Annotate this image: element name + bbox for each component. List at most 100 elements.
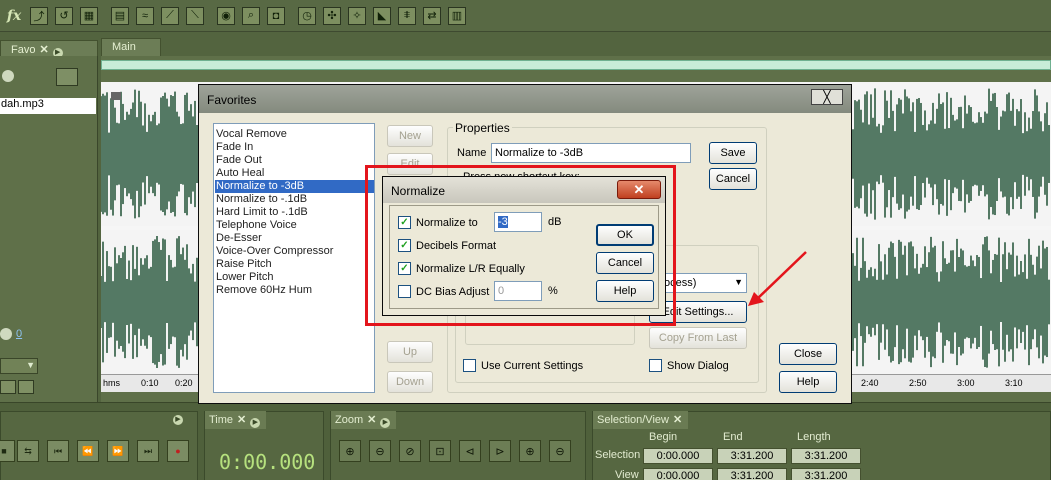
favorites-list-item[interactable]: Hard Limit to -.1dB <box>215 206 374 219</box>
favorites-list-item[interactable]: Fade In <box>215 141 374 154</box>
import-icon[interactable] <box>56 68 78 86</box>
favorites-list-item[interactable]: Auto Heal <box>215 167 374 180</box>
close-icon[interactable]: ✕ <box>367 414 376 426</box>
time-panel: Time ✕ ▶ 0:00.000 <box>204 411 324 480</box>
loop-button[interactable]: ⇆ <box>17 440 39 462</box>
favorites-list-item[interactable]: Voice-Over Compressor <box>215 245 374 258</box>
play-icon[interactable]: ▶ <box>250 418 261 428</box>
zoom-icon[interactable]: ◉ <box>214 4 238 28</box>
show-dialog-checkbox[interactable]: Show Dialog <box>649 359 729 372</box>
edit-view-icon[interactable]: ▤ <box>108 4 132 28</box>
cd-icon[interactable]: ⇄ <box>420 4 444 28</box>
selection-end-field[interactable]: 3:31.200 <box>717 448 787 464</box>
down-button[interactable]: Down <box>387 371 433 393</box>
begin-header: Begin <box>649 431 678 443</box>
copy-from-last-button[interactable]: Copy From Last <box>649 327 747 349</box>
favorites-list-item[interactable]: Remove 60Hz Hum <box>215 284 374 297</box>
favorites-list-item[interactable]: Raise Pitch <box>215 258 374 271</box>
fx-icon[interactable]: fx <box>2 4 26 28</box>
zoom-panel-tab[interactable]: Zoom ✕ ▶ <box>331 411 397 429</box>
cancel-button[interactable]: Cancel <box>709 168 757 190</box>
help-button[interactable]: Help <box>779 371 837 393</box>
record-button[interactable]: ● <box>167 440 189 462</box>
zoom-in-horizontal-button[interactable]: ⊕ <box>339 440 361 462</box>
zoom-selection-button[interactable]: ⊡ <box>429 440 451 462</box>
loop-icon[interactable]: ↺ <box>52 4 76 28</box>
go-end-button[interactable]: ⏭ <box>137 440 159 462</box>
selection-length-field[interactable]: 3:31.200 <box>791 448 861 464</box>
favorites-panel: dah.mp3 0 ▼ <box>0 56 98 402</box>
close-icon[interactable]: ✕ <box>673 414 682 426</box>
zoom-out-full-button[interactable]: ⊘ <box>399 440 421 462</box>
spectral-icon[interactable]: ≈ <box>133 4 157 28</box>
close-icon[interactable]: ✕ <box>39 44 48 56</box>
highlight-box <box>365 165 676 326</box>
zoom-out-vertical-button[interactable]: ⊖ <box>549 440 571 462</box>
capture-icon[interactable]: ◘ <box>264 4 288 28</box>
overview-bar[interactable] <box>101 60 1051 70</box>
favorites-list-item[interactable]: Normalize to -3dB <box>215 180 374 193</box>
favorites-list-item[interactable]: De-Esser <box>215 232 374 245</box>
loop-mode-icon[interactable] <box>0 380 16 394</box>
view-begin-field[interactable]: 0:00.000 <box>643 468 713 480</box>
favorites-list-item[interactable]: Fade Out <box>215 154 374 167</box>
close-icon[interactable]: ✕ <box>237 414 246 426</box>
output-icon[interactable] <box>18 380 34 394</box>
envelope-icon[interactable]: ⤴ <box>27 4 51 28</box>
use-current-settings-checkbox[interactable]: Use Current Settings <box>463 359 583 372</box>
phase-icon[interactable]: ⟍ <box>183 4 207 28</box>
favorites-list-item[interactable]: Lower Pitch <box>215 271 374 284</box>
selection-view-panel-tab[interactable]: Selection/View ✕ <box>593 411 689 429</box>
play-icon[interactable]: ▶ <box>173 415 183 425</box>
grid-view-icon[interactable]: ▥ <box>445 4 469 28</box>
marker-icon[interactable]: ✧ <box>345 4 369 28</box>
volume-knob-icon[interactable] <box>0 328 12 340</box>
snap-icon[interactable]: ✣ <box>320 4 344 28</box>
selection-begin-field[interactable]: 0:00.000 <box>643 448 713 464</box>
favorites-list-item[interactable]: Telephone Voice <box>215 219 374 232</box>
new-button[interactable]: New <box>387 125 433 147</box>
zoom-in-vertical-button[interactable]: ⊕ <box>519 440 541 462</box>
zoom-right-button[interactable]: ⊳ <box>489 440 511 462</box>
length-header: Length <box>797 431 831 443</box>
rewind-button[interactable]: ⏪ <box>77 440 99 462</box>
stop-button[interactable]: ■ <box>0 440 15 462</box>
ruler-label: 2:40 <box>861 378 879 388</box>
fast-forward-button[interactable]: ⏩ <box>107 440 129 462</box>
main-panel-tab[interactable]: Main <box>101 38 161 56</box>
time-display: 0:00.000 <box>219 450 316 474</box>
play-icon[interactable]: ▶ <box>380 418 391 428</box>
end-header: End <box>723 431 743 443</box>
ruler-label: 2:50 <box>909 378 927 388</box>
volume-value[interactable]: 0 <box>16 328 22 340</box>
slope-icon[interactable]: ◣ <box>370 4 394 28</box>
record-icon[interactable] <box>2 70 14 82</box>
file-item[interactable]: dah.mp3 <box>0 98 96 114</box>
save-button[interactable]: Save <box>709 142 757 164</box>
favorites-list[interactable]: Vocal Remove Fade In Fade Out Auto Heal Norm… <box>213 123 375 393</box>
favorites-list-item[interactable]: Vocal Remove <box>215 128 374 141</box>
zoom-left-button[interactable]: ⊲ <box>459 440 481 462</box>
grid-icon[interactable]: ▦ <box>77 4 101 28</box>
bottom-panels: ▶ ■ ⇆ ⏮ ⏪ ⏩ ⏭ ● Time ✕ ▶ 0:00.000 Zoom ✕ ▶ ⊕… <box>0 402 1051 480</box>
name-field[interactable]: Normalize to -3dB <box>491 143 691 163</box>
favorites-list-item[interactable]: Normalize to -.1dB <box>215 193 374 206</box>
selection-view-panel: Selection/View ✕ Begin End Length Selecti… <box>592 411 1051 480</box>
find-icon[interactable]: ⌕ <box>239 4 263 28</box>
ruler-label: 0:20 <box>175 378 193 388</box>
view-length-field[interactable]: 3:31.200 <box>791 468 861 480</box>
close-button[interactable]: Close <box>779 343 837 365</box>
close-button[interactable]: ╳ <box>811 89 843 105</box>
multitrack-icon[interactable]: ⩨ <box>395 4 419 28</box>
ruler-label: 3:00 <box>957 378 975 388</box>
time-panel-tab[interactable]: Time ✕ ▶ <box>205 411 267 429</box>
view-row-label: View <box>615 469 639 480</box>
zoom-out-horizontal-button[interactable]: ⊖ <box>369 440 391 462</box>
view-end-field[interactable]: 3:31.200 <box>717 468 787 480</box>
metronome-icon[interactable]: ◷ <box>295 4 319 28</box>
dropdown[interactable]: ▼ <box>0 358 38 374</box>
pitch-icon[interactable]: ⟋ <box>158 4 182 28</box>
up-button[interactable]: Up <box>387 341 433 363</box>
chevron-down-icon: ▼ <box>26 360 35 370</box>
go-start-button[interactable]: ⏮ <box>47 440 69 462</box>
